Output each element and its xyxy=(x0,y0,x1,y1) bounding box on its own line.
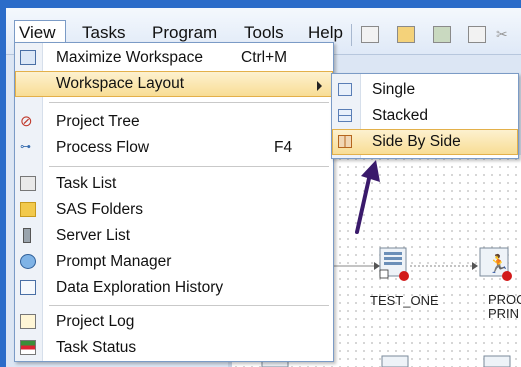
annotation-arrow xyxy=(355,160,380,234)
